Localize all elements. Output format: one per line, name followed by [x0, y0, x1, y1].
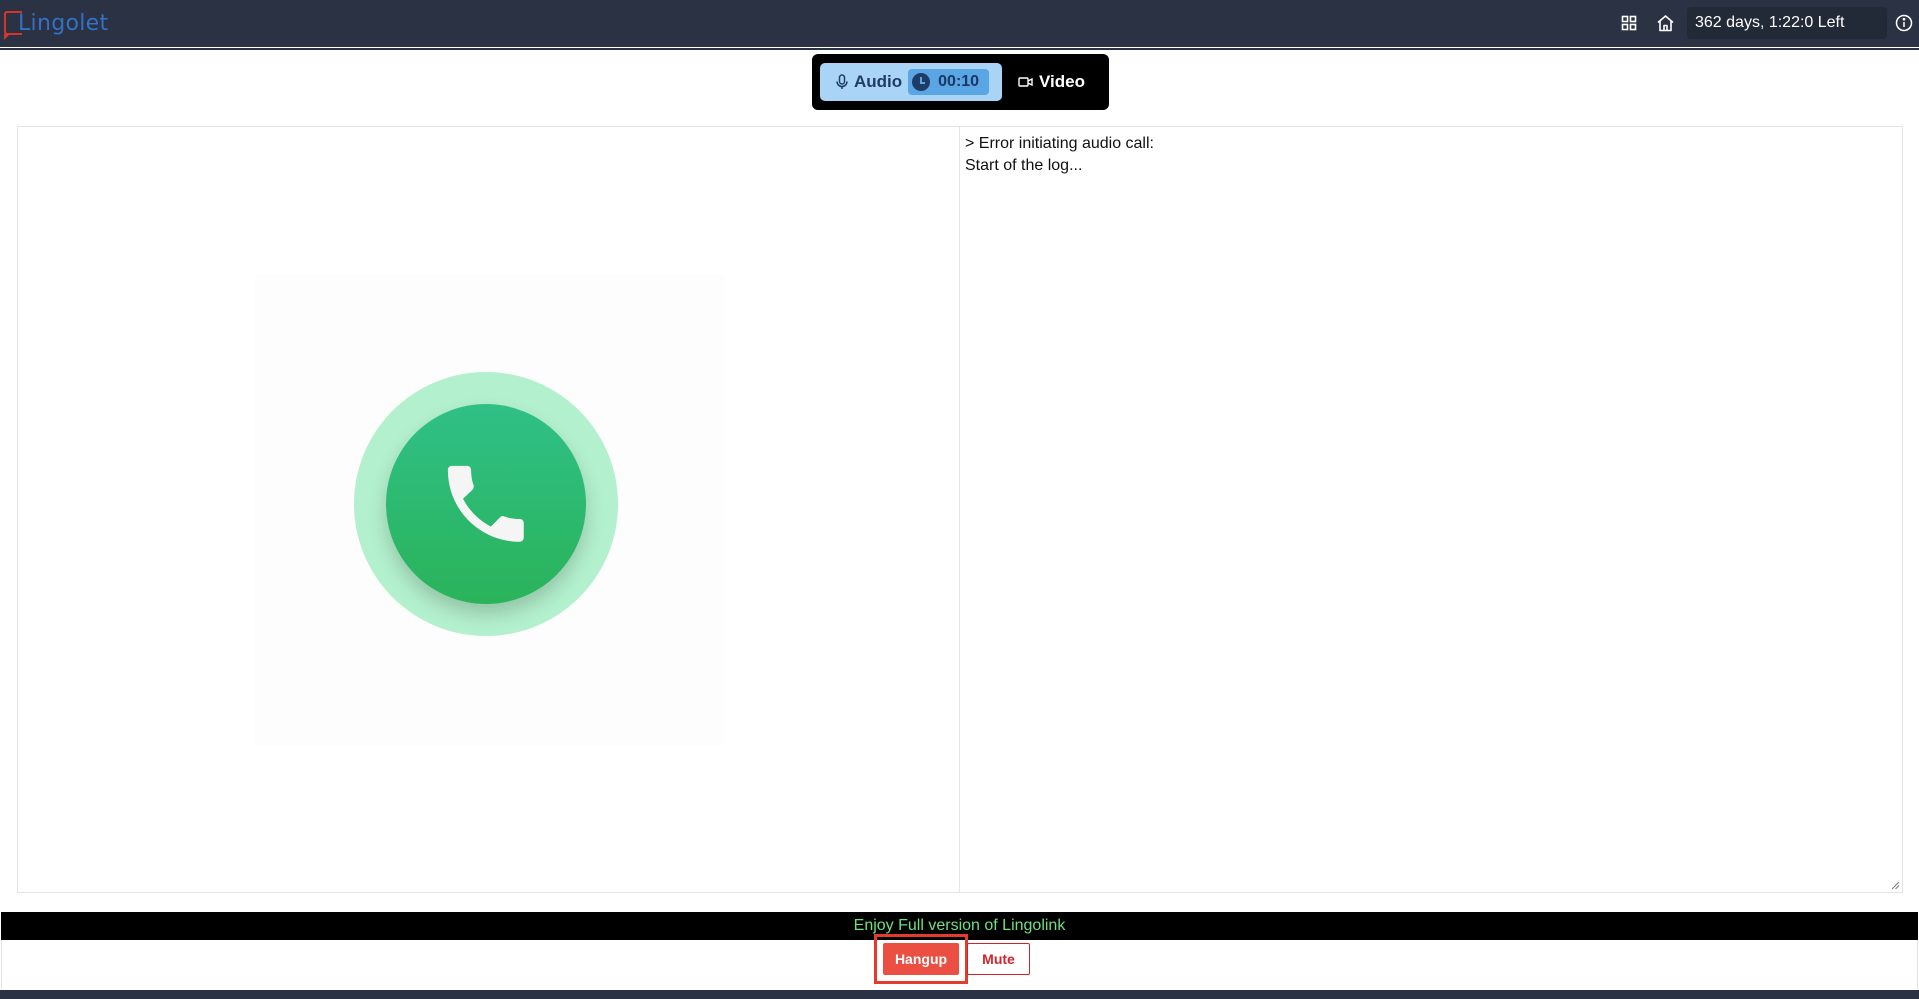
logo-mark-icon [4, 11, 22, 40]
clock-icon [912, 73, 931, 91]
phone-call-icon [386, 404, 586, 604]
top-bar-divider [0, 46, 1919, 50]
microphone-icon [836, 74, 848, 89]
call-mode-switch: Audio 00:10 Video [812, 54, 1109, 110]
bottom-strip [0, 990, 1919, 999]
mute-button[interactable]: Mute [967, 943, 1030, 975]
home-icon[interactable] [1647, 5, 1683, 41]
log-line-error: > Error initiating audio call: [965, 135, 1154, 152]
top-bar-actions: 362 days, 1:22:0 Left [1611, 0, 1919, 46]
call-timer: 00:10 [908, 69, 990, 95]
hangup-button[interactable]: Hangup [883, 943, 959, 975]
tab-audio-label: Audio [854, 72, 903, 91]
video-camera-icon [1018, 77, 1033, 87]
log-line-start: Start of the log... [965, 157, 1083, 174]
call-log-textarea[interactable]: > Error initiating audio call: Start of … [960, 127, 1902, 892]
time-left-display: 362 days, 1:22:0 Left [1687, 7, 1887, 39]
call-workspace: > Error initiating audio call: Start of … [17, 126, 1903, 893]
app-logo[interactable]: Lingolet [4, 8, 109, 40]
tab-audio[interactable]: Audio 00:10 [820, 63, 1002, 101]
grid-icon[interactable] [1611, 5, 1647, 41]
info-icon[interactable] [1889, 5, 1919, 41]
resize-grip-icon[interactable] [1890, 880, 1900, 890]
tab-video-label: Video [1039, 72, 1085, 91]
top-bar: Lingolet 362 days, 1:22:0 Left [0, 0, 1919, 46]
call-timer-value: 00:10 [938, 73, 980, 90]
logo-text: Lingolet [18, 10, 109, 36]
tab-video[interactable]: Video [1018, 72, 1085, 92]
